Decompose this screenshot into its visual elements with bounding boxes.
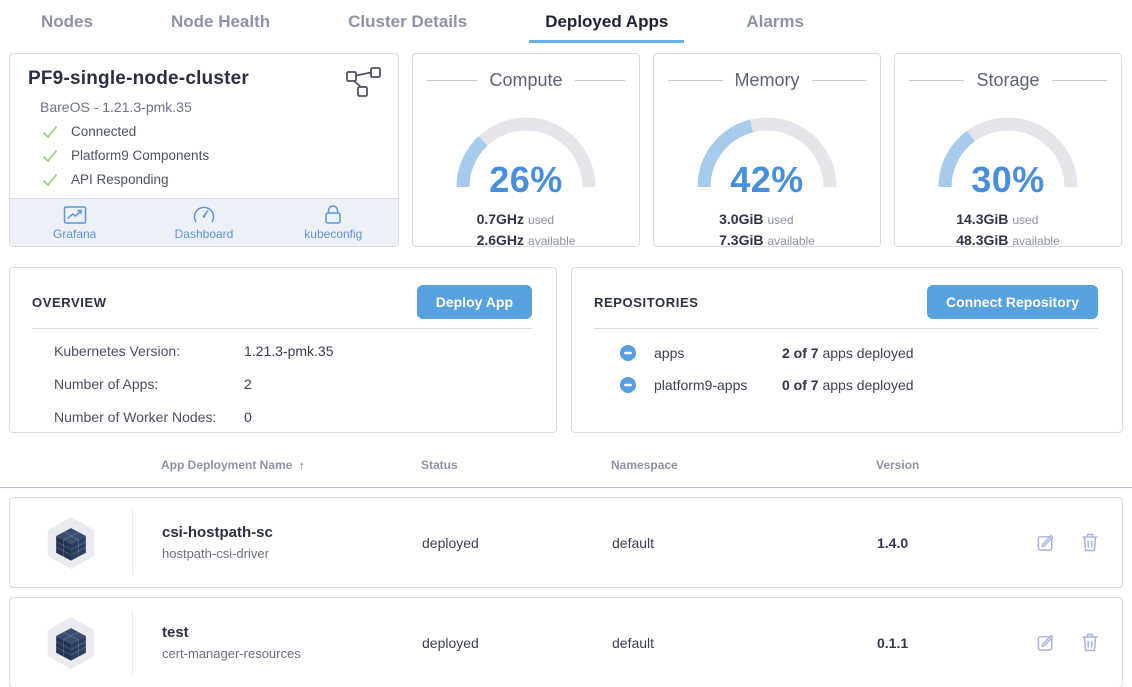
number-of-worker-nodes-row: Number of Worker Nodes: 0 <box>54 409 532 425</box>
gauge-title: Memory <box>735 70 800 91</box>
edit-app-button[interactable] <box>1037 633 1056 652</box>
tab-deployed-apps[interactable]: Deployed Apps <box>529 8 684 43</box>
tab-nodes[interactable]: Nodes <box>25 8 109 43</box>
memory-usage-card: Memory 42% 3.0GiBused 7.3GiBavailable <box>653 53 881 247</box>
app-version: 1.4.0 <box>877 535 1037 551</box>
minus-circle-icon[interactable] <box>620 377 636 393</box>
compute-gauge: 26% <box>451 105 601 193</box>
compute-usage-card: Compute 26% 0.7GHzused 2.6GHzavailable <box>412 53 640 247</box>
column-status[interactable]: Status <box>421 458 611 472</box>
gauge-stats: 14.3GiBused 48.3GiBavailable <box>956 209 1060 251</box>
lock-icon <box>323 204 343 225</box>
kubernetes-version-row: Kubernetes Version: 1.21.3-pmk.35 <box>54 343 532 359</box>
delete-app-button[interactable] <box>1082 633 1098 652</box>
number-of-apps-row: Number of Apps: 2 <box>54 376 532 392</box>
edit-icon <box>1037 633 1056 652</box>
column-namespace[interactable]: Namespace <box>611 458 876 472</box>
helm-app-icon <box>45 514 97 572</box>
connect-repository-button[interactable]: Connect Repository <box>927 285 1098 319</box>
gauge-percent: 26% <box>451 159 601 201</box>
tab-bar: Nodes Node Health Cluster Details Deploy… <box>0 0 1132 43</box>
app-row-test[interactable]: test cert-manager-resources deployed def… <box>9 597 1123 687</box>
app-chart-name: hostpath-csi-driver <box>162 546 422 561</box>
repository-row-platform9-apps: platform9-apps 0 of 7 apps deployed <box>620 377 1098 393</box>
minus-circle-icon[interactable] <box>620 345 636 361</box>
trash-icon <box>1082 533 1098 552</box>
storage-usage-card: Storage 30% 14.3GiBused 48.3GiBavailable <box>894 53 1122 247</box>
helm-app-icon <box>45 614 97 672</box>
app-version: 0.1.1 <box>877 635 1037 651</box>
gauge-percent: 42% <box>692 159 842 201</box>
cluster-type-version: BareOS - 1.21.3-pmk.35 <box>40 99 380 115</box>
grafana-chart-icon <box>63 205 87 225</box>
overview-title: OVERVIEW <box>32 295 107 310</box>
cluster-name: PF9-single-node-cluster <box>28 68 380 90</box>
repositories-panel: REPOSITORIES Connect Repository apps 2 o… <box>571 267 1123 433</box>
check-api-responding: API Responding <box>42 172 380 187</box>
app-status: deployed <box>422 535 612 551</box>
edit-icon <box>1037 533 1056 552</box>
gauge-title: Compute <box>489 70 562 91</box>
cluster-health-checks: Connected Platform9 Components API Respo… <box>42 124 380 187</box>
cluster-topology-icon <box>345 66 382 97</box>
repositories-title: REPOSITORIES <box>594 295 698 310</box>
gauge-title: Storage <box>976 70 1039 91</box>
delete-app-button[interactable] <box>1082 533 1098 552</box>
app-status: deployed <box>422 635 612 651</box>
check-connected: Connected <box>42 124 380 139</box>
app-name[interactable]: csi-hostpath-sc <box>162 524 422 541</box>
tab-cluster-details[interactable]: Cluster Details <box>332 8 483 43</box>
app-namespace: default <box>612 635 877 651</box>
column-app-deployment-name[interactable]: App Deployment Name ↑ <box>161 458 421 473</box>
tab-node-health[interactable]: Node Health <box>155 8 286 43</box>
app-namespace: default <box>612 535 877 551</box>
gauge-percent: 30% <box>933 159 1083 201</box>
gauge-stats: 3.0GiBused 7.3GiBavailable <box>719 209 815 251</box>
kubeconfig-link[interactable]: kubeconfig <box>269 199 398 246</box>
gauge-stats: 0.7GHzused 2.6GHzavailable <box>477 209 576 251</box>
check-icon <box>42 149 58 163</box>
edit-app-button[interactable] <box>1037 533 1056 552</box>
dashboard-link[interactable]: Dashboard <box>139 199 268 246</box>
check-icon <box>42 173 58 187</box>
cluster-quick-links: Grafana Dashboard kubeconfig <box>10 198 398 246</box>
divider <box>594 328 1098 329</box>
app-chart-name: cert-manager-resources <box>162 646 422 661</box>
deploy-app-button[interactable]: Deploy App <box>417 285 532 319</box>
tab-alarms[interactable]: Alarms <box>730 8 820 43</box>
trash-icon <box>1082 633 1098 652</box>
cluster-summary-card: PF9-single-node-cluster BareOS - 1.21.3-… <box>9 53 399 247</box>
overview-panel: OVERVIEW Deploy App Kubernetes Version: … <box>9 267 557 433</box>
app-name[interactable]: test <box>162 624 422 641</box>
divider <box>32 328 532 329</box>
table-divider <box>0 487 1132 488</box>
grafana-link[interactable]: Grafana <box>10 199 139 246</box>
gauge-icon <box>193 205 215 225</box>
memory-gauge: 42% <box>692 105 842 193</box>
repository-row-apps: apps 2 of 7 apps deployed <box>620 345 1098 361</box>
check-platform9-components: Platform9 Components <box>42 148 380 163</box>
check-icon <box>42 125 58 139</box>
column-version[interactable]: Version <box>876 458 1036 472</box>
sort-ascending-icon[interactable]: ↑ <box>298 458 305 473</box>
storage-gauge: 30% <box>933 105 1083 193</box>
apps-table-header: App Deployment Name ↑ Status Namespace V… <box>9 451 1123 479</box>
summary-cards-row: PF9-single-node-cluster BareOS - 1.21.3-… <box>9 53 1123 247</box>
details-row: OVERVIEW Deploy App Kubernetes Version: … <box>9 267 1123 433</box>
app-row-csi-hostpath-sc[interactable]: csi-hostpath-sc hostpath-csi-driver depl… <box>9 497 1123 588</box>
